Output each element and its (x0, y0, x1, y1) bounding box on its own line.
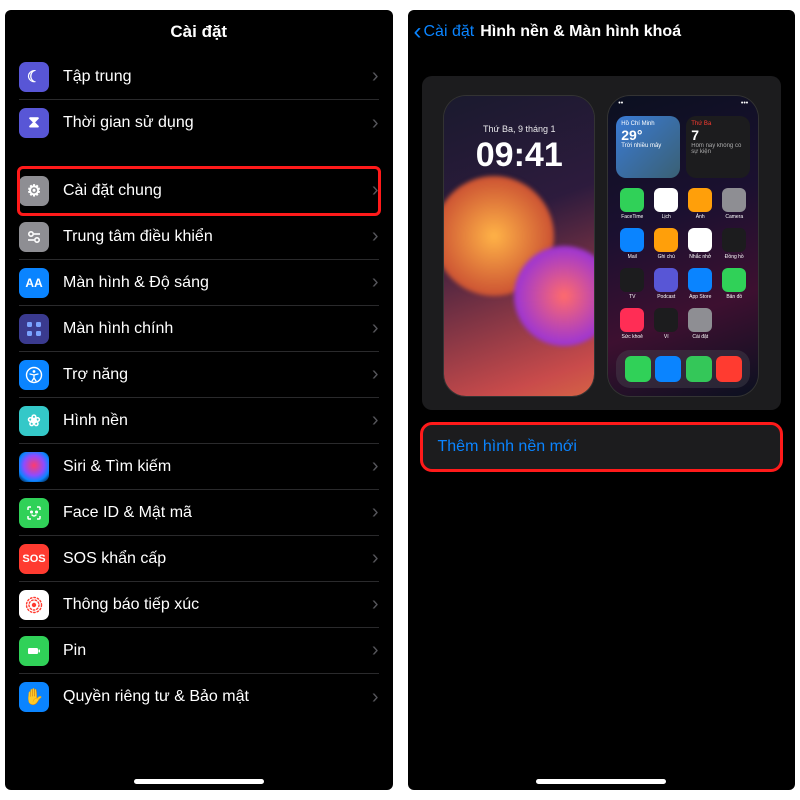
chevron-right-icon: › (372, 593, 379, 616)
dock (616, 350, 750, 388)
row-label: Thời gian sử dụng (63, 114, 372, 132)
row-focus[interactable]: ☾ Tập trung › (19, 54, 379, 100)
dock-icon (686, 356, 712, 382)
chevron-right-icon: › (372, 501, 379, 524)
row-control-center[interactable]: Trung tâm điều khiển › (19, 214, 379, 260)
flower-icon: ❀ (19, 406, 49, 436)
grid-icon (19, 314, 49, 344)
row-home-screen[interactable]: Màn hình chính › (19, 306, 379, 352)
row-sos[interactable]: SOS SOS khẩn cấp › (19, 536, 379, 582)
row-label: Quyền riêng tư & Bảo mật (63, 688, 372, 706)
row-label: Pin (63, 642, 372, 660)
moon-icon: ☾ (19, 62, 49, 92)
weather-widget: Hồ Chí Minh 29° Trời nhiều mây (616, 116, 680, 178)
gear-icon: ⚙ (19, 176, 49, 206)
wallpaper-screen: ‹ Cài đặt Hình nền & Màn hình khoá Thứ B… (408, 10, 796, 790)
chevron-right-icon: › (372, 317, 379, 340)
dock-icon (625, 356, 651, 382)
faceid-icon (19, 498, 49, 528)
row-label: SOS khẩn cấp (63, 550, 372, 568)
page-title: Hình nền & Màn hình khoá (474, 23, 789, 41)
text-size-icon: AA (19, 268, 49, 298)
add-wallpaper-button[interactable]: Thêm hình nền mới (422, 424, 782, 470)
chevron-right-icon: › (372, 363, 379, 386)
lock-date: Thứ Ba, 9 tháng 1 (444, 124, 594, 134)
toggles-icon (19, 222, 49, 252)
chevron-right-icon: › (372, 639, 379, 662)
chevron-left-icon: ‹ (414, 20, 422, 44)
exposure-icon (19, 590, 49, 620)
row-siri[interactable]: Siri & Tìm kiếm › (19, 444, 379, 490)
row-label: Siri & Tìm kiếm (63, 458, 372, 476)
hand-icon: ✋ (19, 682, 49, 712)
home-screen-preview[interactable]: ••••• Hồ Chí Minh 29° Trời nhiều mây Thứ… (608, 96, 758, 396)
lock-time: 09:41 (444, 136, 594, 175)
row-display[interactable]: AA Màn hình & Độ sáng › (19, 260, 379, 306)
siri-icon (19, 452, 49, 482)
row-battery[interactable]: Pin › (19, 628, 379, 674)
row-label: Cài đặt chung (63, 182, 372, 200)
add-wallpaper-label: Thêm hình nền mới (438, 438, 577, 456)
home-indicator[interactable] (536, 779, 666, 784)
row-label: Tập trung (63, 68, 372, 86)
app-grid: FaceTime Lịch Ảnh Camera Mail Ghi chú Nh… (618, 188, 748, 340)
row-label: Face ID & Mật mã (63, 504, 372, 522)
row-exposure[interactable]: Thông báo tiếp xúc › (19, 582, 379, 628)
settings-group-2: ⚙ Cài đặt chung › Trung tâm điều khiển ›… (19, 168, 379, 720)
back-label: Cài đặt (424, 23, 475, 41)
dock-icon (716, 356, 742, 382)
row-label: Màn hình chính (63, 320, 372, 338)
wallpaper-preview: Thứ Ba, 9 tháng 1 09:41 ••••• Hồ Chí Min… (422, 76, 782, 410)
row-wallpaper[interactable]: ❀ Hình nền › (19, 398, 379, 444)
row-accessibility[interactable]: Trợ năng › (19, 352, 379, 398)
row-privacy[interactable]: ✋ Quyền riêng tư & Bảo mật › (19, 674, 379, 720)
chevron-right-icon: › (372, 112, 379, 135)
chevron-right-icon: › (372, 179, 379, 202)
chevron-right-icon: › (372, 271, 379, 294)
page-title: Cài đặt (5, 10, 393, 54)
chevron-right-icon: › (372, 409, 379, 432)
row-general[interactable]: ⚙ Cài đặt chung › (19, 168, 379, 214)
chevron-right-icon: › (372, 547, 379, 570)
row-label: Trung tâm điều khiển (63, 228, 372, 246)
nav-bar: ‹ Cài đặt Hình nền & Màn hình khoá (408, 10, 796, 54)
battery-icon (19, 636, 49, 666)
settings-list: ☾ Tập trung › ⧗ Thời gian sử dụng › ⚙ Cà… (5, 54, 393, 720)
sos-icon: SOS (19, 544, 49, 574)
settings-group-1: ☾ Tập trung › ⧗ Thời gian sử dụng › (19, 54, 379, 146)
chevron-right-icon: › (372, 686, 379, 709)
dock-icon (655, 356, 681, 382)
home-indicator[interactable] (134, 779, 264, 784)
chevron-right-icon: › (372, 455, 379, 478)
back-button[interactable]: ‹ Cài đặt (414, 20, 475, 44)
widget-row: Hồ Chí Minh 29° Trời nhiều mây Thứ Ba 7 … (616, 116, 750, 178)
chevron-right-icon: › (372, 65, 379, 88)
row-label: Trợ năng (63, 366, 372, 384)
settings-screen: Cài đặt ☾ Tập trung › ⧗ Thời gian sử dụn… (5, 10, 393, 790)
row-screen-time[interactable]: ⧗ Thời gian sử dụng › (19, 100, 379, 146)
row-label: Màn hình & Độ sáng (63, 274, 372, 292)
mini-status-bar: ••••• (608, 100, 758, 107)
accessibility-icon (19, 360, 49, 390)
lock-screen-preview[interactable]: Thứ Ba, 9 tháng 1 09:41 (444, 96, 594, 396)
calendar-widget: Thứ Ba 7 Hôm nay không có sự kiện (686, 116, 750, 178)
hourglass-icon: ⧗ (19, 108, 49, 138)
row-label: Thông báo tiếp xúc (63, 596, 372, 614)
row-faceid[interactable]: Face ID & Mật mã › (19, 490, 379, 536)
row-label: Hình nền (63, 412, 372, 430)
chevron-right-icon: › (372, 225, 379, 248)
